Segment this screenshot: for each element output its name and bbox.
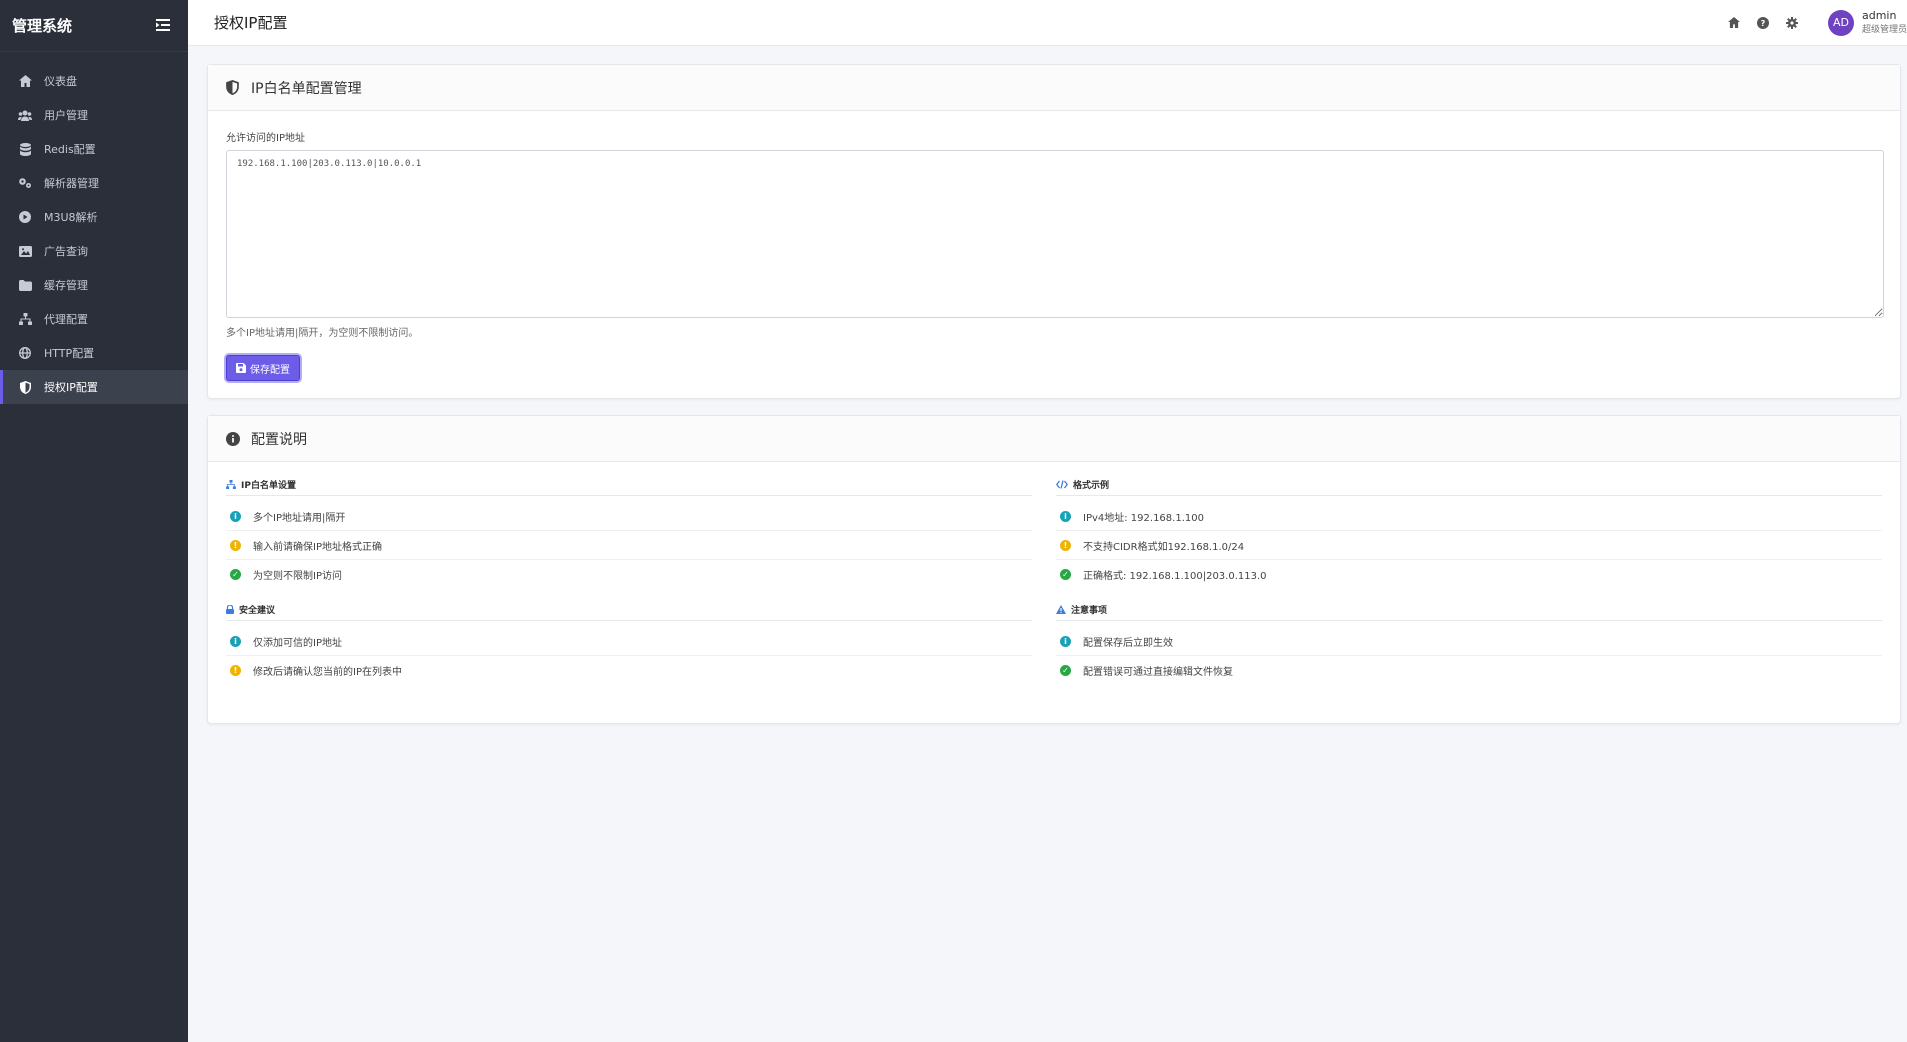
whitelist-card-title: IP白名单配置管理 — [251, 80, 362, 97]
sidebar-item-users[interactable]: 用户管理 — [0, 98, 188, 132]
user-role: 超级管理员 — [1861, 24, 1907, 35]
list-item: i 配置保存后立即生效 — [1056, 627, 1882, 656]
list-item: i IPv4地址: 192.168.1.100 — [1056, 502, 1882, 531]
sidebar: 管理系统 仪表盘 用户管理 Redis配置 解析器管理 M3U8解析 广告查询 — [0, 0, 188, 1042]
list-item: ✓ 配置错误可通过直接编辑文件恢复 — [1056, 656, 1882, 685]
sidebar-item-authorized-ip[interactable]: 授权IP配置 — [0, 370, 188, 404]
app-title: 管理系统 — [12, 17, 73, 35]
ip-field-label: 允许访问的IP地址 — [226, 133, 305, 144]
sidebar-item-label: 解析器管理 — [44, 177, 99, 190]
lock-icon — [226, 605, 234, 614]
list-item: ✓ 为空则不限制IP访问 — [226, 560, 1032, 589]
sitemap-icon — [18, 312, 32, 326]
image-icon — [18, 244, 32, 258]
check-icon: ✓ — [1060, 665, 1071, 676]
whitelist-form: 允许访问的IP地址 多个IP地址请用|隔开，为空则不限制访问。 保存配置 — [208, 111, 1900, 399]
whitelist-card-header: IP白名单配置管理 — [208, 65, 1900, 111]
shield-icon — [18, 380, 32, 394]
user-info[interactable]: admin 超级管理员 — [1862, 9, 1907, 37]
list-item: ! 不支持CIDR格式如192.168.1.0/24 — [1056, 531, 1882, 560]
sidebar-item-label: 广告查询 — [44, 245, 88, 258]
guide-card: 配置说明 IP白名单设置 i 多个IP地址请用|隔开 ! 输入前请确保IP地址格式正… — [207, 415, 1901, 724]
svg-text:?: ? — [1761, 19, 1766, 28]
sidebar-menu: 仪表盘 用户管理 Redis配置 解析器管理 M3U8解析 广告查询 缓存管理 — [0, 64, 188, 404]
sidebar-item-label: 代理配置 — [44, 313, 88, 326]
sitemap-icon — [226, 480, 236, 489]
shield-icon — [226, 80, 241, 95]
cogs-icon — [18, 176, 32, 190]
warning-triangle-icon — [1056, 605, 1066, 614]
help-icon[interactable]: ? — [1756, 16, 1770, 30]
user-name: admin — [1861, 8, 1897, 22]
topbar-actions: ? AD admin 超级管理员 — [1727, 9, 1907, 37]
guide-card-title: 配置说明 — [251, 431, 307, 448]
section-title: IP白名单设置 — [226, 474, 1032, 496]
sidebar-item-ads[interactable]: 广告查询 — [0, 234, 188, 268]
sidebar-item-label: 缓存管理 — [44, 279, 88, 292]
guide-body: IP白名单设置 i 多个IP地址请用|隔开 ! 输入前请确保IP地址格式正确 ✓ 为空… — [208, 462, 1900, 695]
database-icon — [18, 142, 32, 156]
info-icon: i — [230, 635, 241, 647]
home-icon[interactable] — [1727, 16, 1741, 30]
play-icon — [18, 210, 32, 224]
list-item: ! 输入前请确保IP地址格式正确 — [226, 531, 1032, 560]
info-icon: i — [1060, 510, 1071, 522]
sidebar-item-cache[interactable]: 缓存管理 — [0, 268, 188, 302]
list-item: i 仅添加可信的IP地址 — [226, 627, 1032, 656]
list-item: i 多个IP地址请用|隔开 — [226, 502, 1032, 531]
sidebar-toggle-icon[interactable] — [156, 18, 172, 33]
sidebar-item-label: 仪表盘 — [44, 75, 77, 88]
save-config-label: 保存配置 — [250, 364, 290, 376]
save-config-button[interactable]: 保存配置 — [226, 355, 300, 381]
sidebar-item-http[interactable]: HTTP配置 — [0, 336, 188, 370]
ip-help-text: 多个IP地址请用|隔开，为空则不限制访问。 — [226, 328, 419, 339]
code-icon — [1056, 480, 1068, 489]
folder-icon — [18, 278, 32, 292]
check-icon: ✓ — [230, 569, 241, 580]
guide-card-header: 配置说明 — [208, 416, 1900, 462]
section-title: 注意事项 — [1056, 599, 1882, 621]
section-title: 格式示例 — [1056, 474, 1882, 496]
whitelist-card: IP白名单配置管理 允许访问的IP地址 多个IP地址请用|隔开，为空则不限制访问… — [207, 64, 1901, 399]
list-item: ✓ 正确格式: 192.168.1.100|203.0.113.0 — [1056, 560, 1882, 589]
info-icon: i — [230, 510, 241, 522]
sidebar-item-m3u8[interactable]: M3U8解析 — [0, 200, 188, 234]
users-icon — [18, 108, 32, 122]
security-section: 安全建议 i 仅添加可信的IP地址 ! 修改后请确认您当前的IP在列表中 — [226, 599, 1032, 685]
globe-icon — [18, 346, 32, 360]
home-icon — [18, 74, 32, 88]
sidebar-item-parsers[interactable]: 解析器管理 — [0, 166, 188, 200]
sidebar-item-label: M3U8解析 — [44, 211, 98, 224]
guide-right-column: 格式示例 i IPv4地址: 192.168.1.100 ! 不支持CIDR格式如1… — [1054, 474, 1882, 695]
guide-left-column: IP白名单设置 i 多个IP地址请用|隔开 ! 输入前请确保IP地址格式正确 ✓ 为空… — [226, 474, 1054, 695]
sidebar-item-dashboard[interactable]: 仪表盘 — [0, 64, 188, 98]
sidebar-item-label: HTTP配置 — [44, 347, 95, 360]
ip-whitelist-textarea[interactable] — [226, 150, 1884, 318]
save-icon — [236, 363, 246, 373]
info-icon: i — [1060, 635, 1071, 647]
sidebar-item-label: Redis配置 — [44, 143, 96, 156]
sidebar-item-proxy[interactable]: 代理配置 — [0, 302, 188, 336]
warning-icon: ! — [1060, 539, 1071, 551]
list-item: ! 修改后请确认您当前的IP在列表中 — [226, 656, 1032, 685]
format-examples-section: 格式示例 i IPv4地址: 192.168.1.100 ! 不支持CIDR格式如1… — [1056, 474, 1882, 589]
gear-icon[interactable] — [1785, 16, 1799, 30]
section-title: 安全建议 — [226, 599, 1032, 621]
avatar[interactable]: AD — [1827, 9, 1854, 36]
notes-section: 注意事项 i 配置保存后立即生效 ✓ 配置错误可通过直接编辑文件恢复 — [1056, 599, 1882, 685]
warning-icon: ! — [230, 539, 241, 551]
whitelist-settings-section: IP白名单设置 i 多个IP地址请用|隔开 ! 输入前请确保IP地址格式正确 ✓ 为空… — [226, 474, 1032, 589]
sidebar-item-label: 授权IP配置 — [44, 381, 98, 394]
page-title: 授权IP配置 — [214, 14, 288, 32]
info-circle-icon — [226, 431, 241, 446]
sidebar-item-label: 用户管理 — [44, 109, 88, 122]
sidebar-header: 管理系统 — [0, 0, 188, 52]
topbar: 授权IP配置 ? AD admin 超级管理员 — [188, 0, 1907, 46]
sidebar-item-redis[interactable]: Redis配置 — [0, 132, 188, 166]
check-icon: ✓ — [1060, 569, 1071, 580]
warning-icon: ! — [230, 665, 241, 676]
